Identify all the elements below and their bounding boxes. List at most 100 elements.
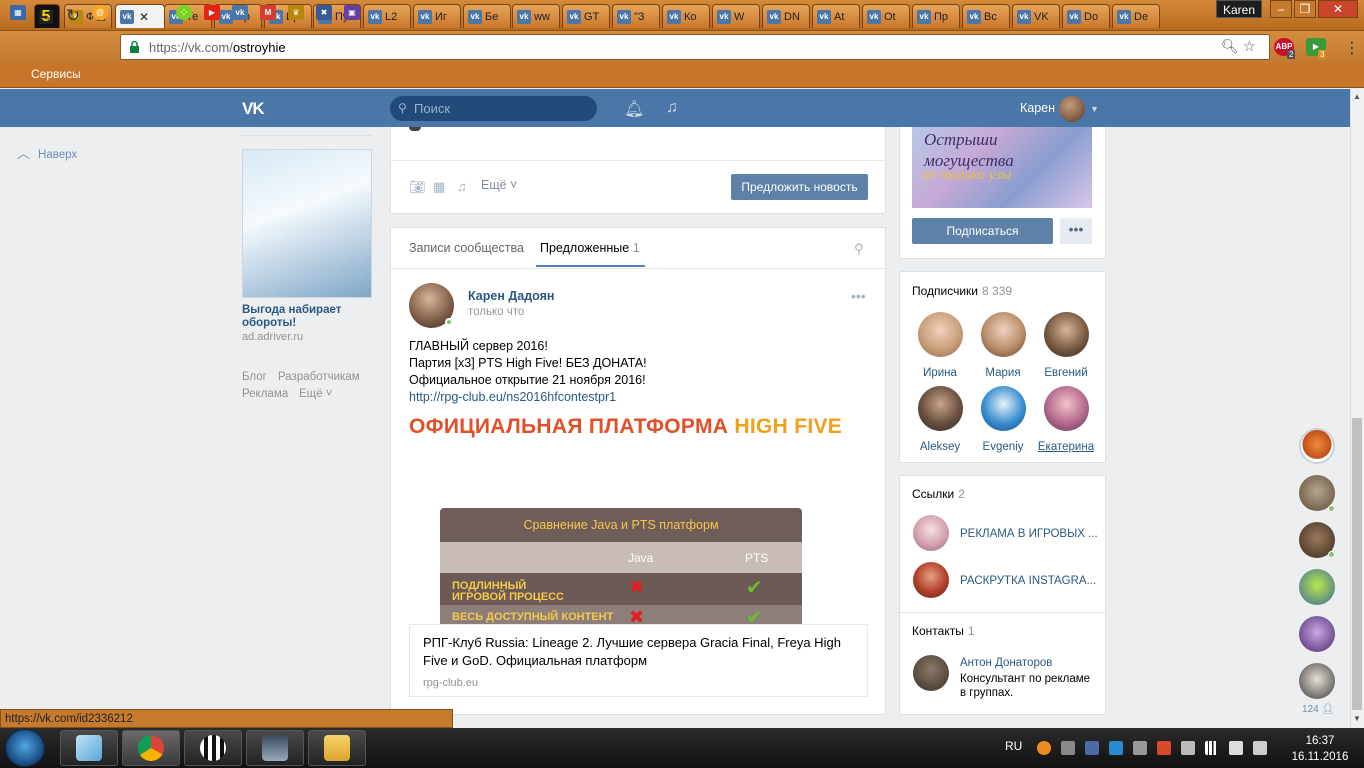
friend-avatar[interactable] [1299,663,1335,699]
contact-name[interactable]: Антон Донаторов [960,657,1052,669]
music-icon[interactable]: ♫ [666,99,678,117]
subscriber[interactable]: Екатерина [1036,386,1096,453]
chevron-down-icon[interactable]: ▼ [1090,104,1099,114]
post-link[interactable]: http://rpg-club.eu/ns2016hfcontestpr1 [409,390,616,404]
browser-tab[interactable]: vk ✕ [115,4,165,28]
tray-app-icon[interactable] [1037,741,1051,755]
subscriber[interactable]: Ирина [910,312,970,379]
browser-tab[interactable]: vk Вс [962,4,1010,28]
browser-tab[interactable]: vk Do [1062,4,1110,28]
tray-app-icon[interactable] [1181,741,1195,755]
links-header[interactable]: Ссылки 2 [912,487,965,501]
link-item[interactable]: РЕКЛАМА В ИГРОВЫХ ... [913,515,1098,555]
close-tab-icon[interactable]: ✕ [139,10,149,24]
footer-blog[interactable]: Блог [242,371,267,383]
bookmark-tool-icon[interactable]: ✖ [316,5,332,20]
taskbar-app-monitor[interactable] [246,730,304,766]
audio-icon[interactable]: ♫ [457,179,467,194]
browser-tab[interactable]: vk L2 [363,4,411,28]
subscriber[interactable]: Aleksey [910,386,970,453]
browser-tab[interactable]: vkПр [912,4,960,28]
more-actions-button[interactable]: ••• [1060,218,1092,244]
zoom-icon[interactable]: 🔍︎ [1221,38,1239,55]
taskbar-app-explorer[interactable] [308,730,366,766]
twitch-icon[interactable]: ▣ [344,5,360,20]
browser-tab[interactable]: vk ww [512,4,560,28]
gmail-icon[interactable]: M [260,5,276,20]
link-snippet[interactable]: РПГ-Клуб Russia: Lineage 2. Лучшие серве… [409,624,868,697]
bookmark-dots-icon[interactable]: ⁘ [176,5,192,20]
volume-icon[interactable] [1253,741,1267,755]
language-indicator[interactable]: RU [1005,739,1022,753]
subscribe-button[interactable]: Подписаться [912,218,1053,244]
footer-more[interactable]: Ещё ˅ [299,388,332,400]
link-item[interactable]: РАСКРУТКА INSTAGRA... [913,562,1098,602]
contacts-header[interactable]: Контакты 1 [912,624,975,638]
tab-suggested[interactable]: Предложенные 1 [540,241,640,255]
subscriber[interactable]: Evgeniy [973,386,1033,453]
suggest-news-button[interactable]: Предложить новость [731,174,868,200]
browser-tab[interactable]: vk GT [562,4,610,28]
post-time[interactable]: только что [468,306,524,318]
profile-badge[interactable]: Karen [1216,0,1262,18]
address-bar[interactable]: https://vk.com/ostroyhie 🔍︎ ☆ [120,34,1270,60]
reload-icon[interactable]: ↻ [62,5,84,27]
community-avatar[interactable]: Острыши могущества не только узы [912,127,1092,208]
footer-developers[interactable]: Разработчикам [278,371,360,383]
youtube-icon[interactable]: ▶ [204,5,220,20]
browser-tab[interactable]: vk Иг [413,4,461,28]
search-input[interactable]: ⚲ Поиск [390,96,597,121]
browser-tab[interactable]: vk At [812,4,860,28]
browser-tab[interactable]: vk Ко [662,4,710,28]
subscribers-header[interactable]: Подписчики 8 339 [912,284,1012,298]
subscriber[interactable]: Евгений [1036,312,1096,379]
tray-app-icon[interactable] [1133,741,1147,755]
start-button[interactable] [5,729,45,767]
vk-logo-icon[interactable]: VK [242,99,272,118]
coat-of-arms-icon[interactable]: ♛ [288,5,304,20]
bluetooth-icon[interactable] [1085,741,1099,755]
taskbar-app-juventus[interactable] [184,730,242,766]
tray-app-icon[interactable] [1061,741,1075,755]
bookmark-services[interactable]: Сервисы [31,67,81,81]
bell-icon[interactable]: 🔔︎ [624,99,644,119]
ad-image[interactable] [242,149,602,406]
forward-icon[interactable]: → [34,5,56,27]
video-icon[interactable]: ▦ [433,179,445,195]
camera-icon[interactable]: 📷︎ [409,179,426,195]
browser-tab[interactable]: vk De [1112,4,1160,28]
clock[interactable]: 16:37 16.11.2016 [1290,733,1350,765]
more-options-icon[interactable]: ••• [851,288,866,304]
browser-tab[interactable]: vk Бе [463,4,511,28]
browser-tab[interactable]: vk Ot [862,4,910,28]
browser-tab[interactable]: vk DN [762,4,810,28]
tray-app-icon[interactable] [1157,741,1171,755]
friend-avatar[interactable] [1299,569,1335,605]
post-image-banner[interactable]: ОФИЦИАЛЬНАЯ ПЛАТФОРМА HIGH FIVE [409,415,842,439]
taskbar-app-chrome[interactable] [122,730,180,766]
tray-app-icon[interactable] [1109,741,1123,755]
avatar[interactable] [1059,96,1085,122]
footer-ads[interactable]: Реклама [242,388,288,400]
header-username[interactable]: Карен [1020,101,1055,115]
network-icon[interactable] [1205,741,1219,755]
close-window-button[interactable]: ✕ [1318,0,1358,18]
browser-tab[interactable]: vk W [712,4,760,28]
chrome-menu-icon[interactable]: ⋮ [1344,38,1360,58]
vk-bookmark-icon[interactable]: vk [232,5,248,20]
friend-avatar[interactable] [1299,428,1335,464]
maximize-button[interactable]: ❐ [1294,0,1316,18]
attach-more[interactable]: Ещё ˅ [481,178,517,192]
browser-tab[interactable]: vk "З [612,4,660,28]
ad-title[interactable]: Выгода набирает обороты! [242,304,372,330]
action-center-icon[interactable] [1229,741,1243,755]
scroll-up-icon[interactable]: ▲ [1353,92,1361,101]
to-top-link[interactable]: ︿ Наверх [17,143,77,162]
post-author[interactable]: Карен Дадоян [468,289,554,303]
tab-community-posts[interactable]: Записи сообщества [409,241,524,255]
mail-at-icon[interactable]: @ [92,5,108,20]
friends-online-count[interactable]: 124 👤︎ [1302,704,1334,715]
ad-url[interactable]: ad.adriver.ru [242,331,303,343]
scrollbar-thumb[interactable] [1352,418,1362,710]
star-icon[interactable]: ☆ [1243,38,1256,55]
